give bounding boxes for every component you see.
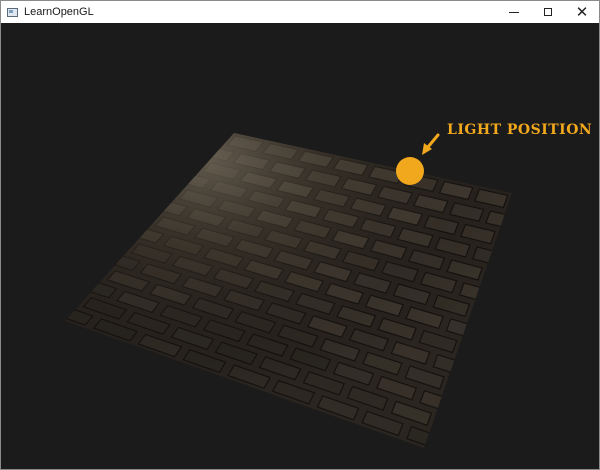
maximize-icon [544, 8, 552, 16]
light-position-marker [396, 157, 424, 185]
brick-floor-scene [65, 133, 555, 448]
minimize-button[interactable] [497, 1, 531, 23]
brick [462, 404, 503, 430]
window-controls: ✕ [497, 1, 599, 23]
brick [190, 133, 230, 145]
brick [165, 153, 206, 171]
close-button[interactable]: ✕ [565, 1, 599, 23]
brick [472, 305, 510, 329]
app-window: LearnOpenGL ✕ LIGHT POSITION [0, 0, 600, 470]
title-bar[interactable]: LearnOpenGL ✕ [1, 1, 599, 23]
brick [522, 219, 555, 238]
brick [450, 441, 493, 448]
brick [484, 269, 512, 292]
brick [139, 179, 182, 198]
maximize-button[interactable] [531, 1, 565, 23]
light-position-label: LIGHT POSITION [447, 122, 593, 138]
brick [474, 366, 512, 392]
minimize-icon [509, 11, 519, 13]
close-icon: ✕ [575, 2, 589, 21]
brick [434, 415, 476, 442]
brick [65, 282, 84, 305]
brick [509, 255, 512, 278]
brick [496, 232, 512, 254]
render-viewport[interactable]: LIGHT POSITION [1, 23, 599, 469]
light-glow [65, 133, 512, 448]
window-app-icon [7, 7, 18, 17]
brick [497, 292, 512, 316]
brick [509, 196, 512, 217]
brick [65, 256, 109, 278]
brick [89, 230, 133, 252]
brick [459, 342, 499, 367]
brick [114, 205, 157, 225]
brick [486, 329, 512, 354]
brick [447, 378, 487, 404]
arrow-down-left-icon [422, 133, 440, 155]
window-title: LearnOpenGL [24, 6, 94, 18]
